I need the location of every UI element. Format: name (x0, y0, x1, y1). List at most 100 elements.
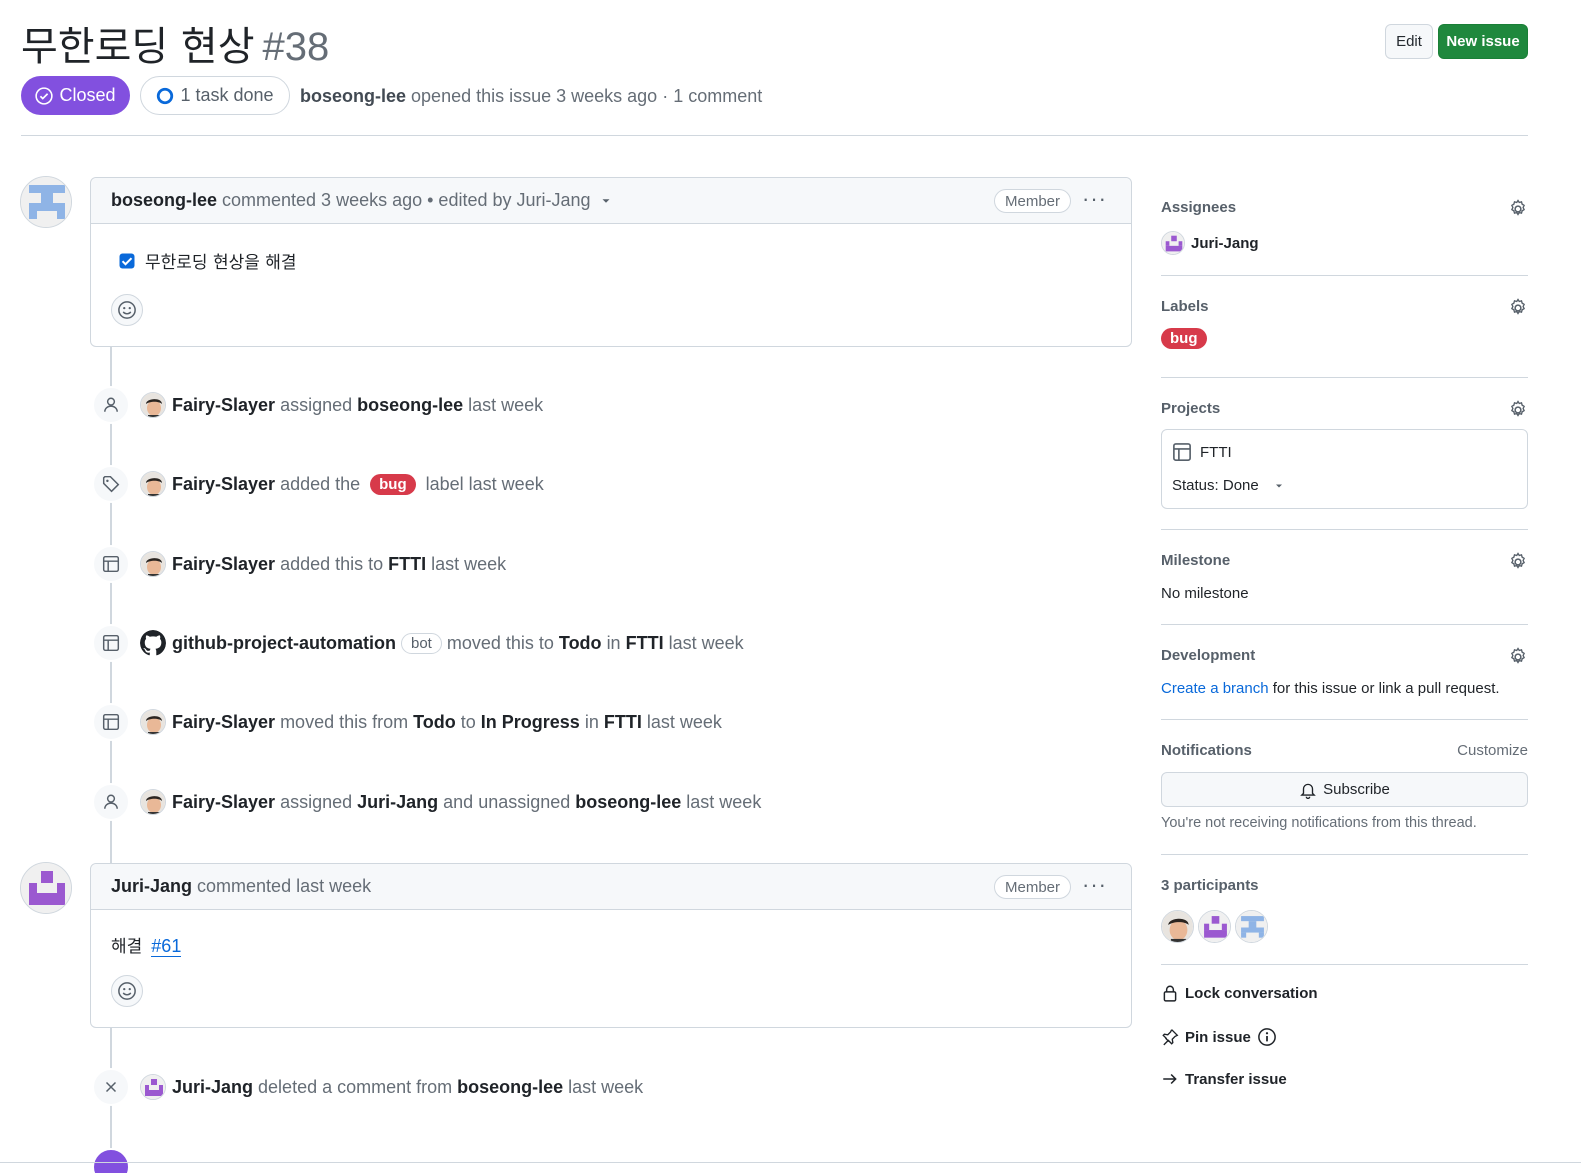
gear-icon[interactable] (1508, 647, 1528, 667)
comment-meta: commented last week (197, 876, 372, 896)
event-text: in (606, 632, 621, 653)
issue-link[interactable]: #61 (151, 936, 182, 957)
gear-icon[interactable] (1508, 400, 1528, 420)
timeline-event-deleted-comment: Juri-Jang deleted a comment from boseong… (92, 1068, 648, 1106)
project-name[interactable]: FTTI (1200, 444, 1232, 461)
avatar-juri-jang[interactable] (140, 1074, 166, 1100)
event-time[interactable]: last week (647, 712, 722, 733)
smiley-icon (118, 301, 136, 319)
divider (1161, 377, 1528, 378)
milestone-section: Milestone No milestone (1161, 552, 1528, 607)
avatar-fairy-slayer[interactable] (140, 392, 166, 418)
divider (1161, 529, 1528, 530)
issue-author-link[interactable]: boseong-lee (300, 86, 406, 106)
issue-header: 무한로딩 현상 #38 Edit New issue Closed 1 task … (21, 0, 1528, 136)
milestone-value: No milestone (1161, 585, 1249, 602)
transfer-issue-action[interactable]: Transfer issue (1161, 1070, 1287, 1088)
notifications-note: You're not receiving notifications from … (1161, 815, 1477, 831)
tasks-label: 1 task done (180, 85, 274, 105)
avatar-fairy-slayer[interactable] (140, 551, 166, 577)
avatar-fairy-slayer[interactable] (140, 709, 166, 735)
create-branch-link[interactable]: Create a branch (1161, 680, 1269, 697)
project-card[interactable]: FTTI Status: Done (1161, 429, 1528, 509)
check-circle-icon (35, 86, 54, 105)
timeline-event-moved-todo: github-project-automation bot moved this… (92, 624, 744, 662)
tag-icon (92, 465, 130, 503)
add-reaction-button[interactable] (111, 975, 143, 1007)
more-options-icon[interactable]: ··· (1082, 872, 1107, 898)
info-icon[interactable] (1257, 1027, 1277, 1047)
add-reaction-button[interactable] (111, 294, 143, 326)
gear-icon[interactable] (1508, 298, 1528, 318)
event-time[interactable]: last week (431, 554, 506, 575)
gear-icon[interactable] (1508, 552, 1528, 572)
event-actor[interactable]: Fairy-Slayer (172, 395, 275, 416)
timeline-event-moved-progress: Fairy-Slayer moved this from Todo to In … (92, 703, 727, 741)
event-target[interactable]: boseong-lee (457, 1077, 563, 1098)
timeline-event-assigned: Fairy-Slayer assigned boseong-lee last w… (92, 386, 548, 424)
event-status: Todo (558, 632, 602, 653)
event-actor[interactable]: Juri-Jang (172, 1077, 253, 1098)
avatar-juri-jang[interactable] (20, 862, 72, 914)
event-text: added this to (280, 553, 384, 574)
github-logo-icon[interactable] (140, 630, 166, 656)
person-icon (92, 783, 130, 821)
issue-title-text: 무한로딩 현상 (21, 24, 255, 70)
assignee-item[interactable]: Juri-Jang (1161, 231, 1259, 255)
bug-label[interactable]: bug (1161, 328, 1207, 349)
gear-icon[interactable] (1508, 199, 1528, 219)
avatar-boseong-lee[interactable] (20, 176, 72, 228)
timeline-event-labeled: Fairy-Slayer added the bug label last we… (92, 465, 549, 503)
pin-issue-action[interactable]: Pin issue (1161, 1027, 1277, 1047)
pin-icon (1162, 1029, 1179, 1046)
event-actor[interactable]: Fairy-Slayer (172, 792, 275, 813)
member-badge: Member (993, 875, 1071, 899)
table-icon (92, 545, 130, 583)
caret-down-icon[interactable] (599, 194, 613, 208)
event-time[interactable]: last week (669, 633, 744, 654)
development-section: Development Create a branch for this iss… (1161, 647, 1528, 702)
event-actor[interactable]: Fairy-Slayer (172, 712, 275, 733)
event-actor[interactable]: Fairy-Slayer (172, 474, 275, 495)
avatar-boseong-lee[interactable] (1235, 910, 1268, 943)
event-time[interactable]: last week (686, 792, 761, 813)
task-item-text: 무한로딩 현상을 해결 (145, 253, 297, 273)
comment-author[interactable]: Juri-Jang (111, 876, 192, 897)
edit-button[interactable]: Edit (1385, 24, 1433, 59)
avatar-juri-jang[interactable] (1198, 910, 1231, 943)
event-project[interactable]: FTTI (626, 633, 664, 654)
event-text: deleted a comment from (258, 1076, 453, 1097)
lock-conversation-action[interactable]: Lock conversation (1161, 984, 1318, 1002)
participants-avatars (1161, 910, 1268, 943)
subscribe-label: Subscribe (1323, 781, 1390, 798)
event-actor[interactable]: github-project-automation (172, 633, 396, 654)
more-options-icon[interactable]: ··· (1082, 186, 1107, 212)
avatar-fairy-slayer[interactable] (140, 471, 166, 497)
event-actor[interactable]: Fairy-Slayer (172, 554, 275, 575)
tasks-badge[interactable]: 1 task done (140, 76, 290, 115)
event-target[interactable]: Juri-Jang (357, 792, 438, 813)
transfer-label: Transfer issue (1185, 1070, 1287, 1088)
event-time[interactable]: last week (468, 395, 543, 416)
checkbox-checked-icon[interactable] (119, 253, 135, 269)
bug-label[interactable]: bug (370, 473, 416, 495)
subscribe-button[interactable]: Subscribe (1161, 772, 1528, 807)
bot-badge: bot (400, 632, 442, 654)
event-project[interactable]: FTTI (604, 712, 642, 733)
project-status-row[interactable]: Status: Done (1172, 477, 1285, 494)
event-project[interactable]: FTTI (388, 554, 426, 575)
new-issue-button[interactable]: New issue (1438, 24, 1528, 59)
event-target2[interactable]: boseong-lee (575, 792, 681, 813)
comment-author[interactable]: boseong-lee (111, 190, 217, 211)
lock-icon (1163, 985, 1177, 1002)
avatar-fairy-slayer[interactable] (140, 789, 166, 815)
event-target[interactable]: boseong-lee (357, 395, 463, 416)
event-time[interactable]: last week (568, 1077, 643, 1098)
arrow-right-icon (1163, 1073, 1177, 1085)
table-icon (92, 703, 130, 741)
avatar-fairy-slayer[interactable] (1161, 910, 1194, 943)
assignees-title: Assignees (1161, 199, 1237, 216)
labels-title: Labels (1161, 298, 1209, 315)
x-icon (92, 1068, 130, 1106)
customize-link[interactable]: Customize (1457, 742, 1528, 759)
